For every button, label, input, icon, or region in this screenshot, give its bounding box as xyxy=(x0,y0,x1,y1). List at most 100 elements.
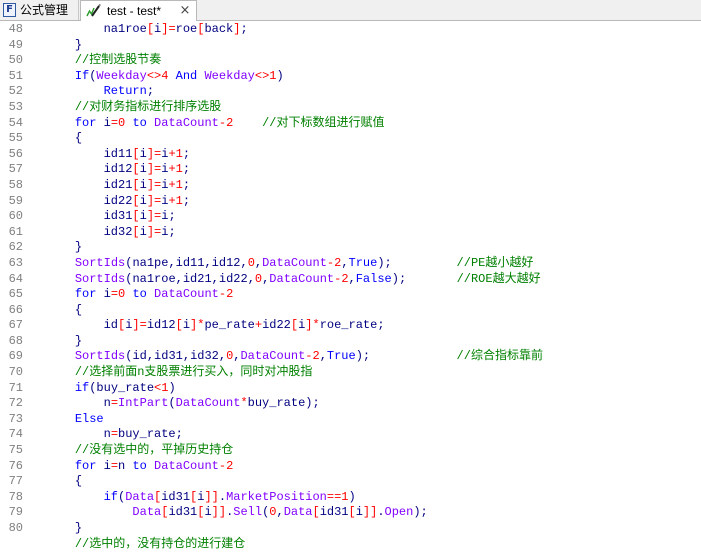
code-line[interactable]: 55 { xyxy=(0,131,701,147)
code-operator: ] xyxy=(211,505,219,520)
code-operator: + xyxy=(168,193,176,208)
code-operator: + xyxy=(168,146,176,161)
code-line[interactable]: 76 for i=n to DataCount-2 xyxy=(0,459,701,475)
code-line[interactable]: 68 } xyxy=(0,334,701,350)
code-text: id[i]=id12[i]*pe_rate+id22[i]*roe_rate; xyxy=(46,318,385,334)
code-text: n=buy_rate; xyxy=(46,427,183,443)
code-function: MarketPosition xyxy=(226,489,327,504)
code-text: for i=0 to DataCount-2 //对下标数组进行赋值 xyxy=(46,115,385,132)
code-line[interactable]: 73 Else xyxy=(0,412,701,428)
code-punctuation: ; xyxy=(240,22,248,36)
code-text: SortIds(id,id31,id32,0,DataCount-2,True)… xyxy=(46,349,543,365)
code-operator: [ xyxy=(312,505,320,520)
code-text: //选择前面n支股票进行买入，同时对冲股指 xyxy=(46,365,313,381)
code-operator: - xyxy=(305,349,313,364)
code-line[interactable]: 80 } xyxy=(0,521,701,537)
code-line[interactable]: 69 SortIds(id,id31,id32,0,DataCount-2,Tr… xyxy=(0,349,701,365)
line-number: 63 xyxy=(8,255,23,270)
code-line[interactable]: 59 id22[i]=i+1; xyxy=(0,194,701,210)
code-line[interactable]: 71 if(buy_rate<1) xyxy=(0,381,701,397)
code-punctuation: , xyxy=(218,349,227,364)
code-identifier: buy_rate xyxy=(247,396,306,411)
code-operator: [ xyxy=(132,193,140,208)
formula-manager-icon: F xyxy=(3,3,16,17)
code-keyword: True xyxy=(326,349,356,364)
code-operator: = xyxy=(110,427,119,442)
code-keyword: for xyxy=(74,115,97,130)
code-line[interactable]: 61 id32[i]=i; xyxy=(0,225,701,241)
line-number: 80 xyxy=(8,521,23,535)
code-line[interactable]: 70 //选择前面n支股票进行买入，同时对冲股指 xyxy=(0,365,701,381)
code-identifier: id31 xyxy=(103,209,133,224)
code-number: 0 xyxy=(247,255,255,270)
line-number: 51 xyxy=(8,68,23,83)
code-editor[interactable]: 48 na1roe[i]=roe[back]; 49 } 50 //控制选股节奏 51… xyxy=(0,21,701,552)
code-identifier: id21 xyxy=(182,271,212,286)
code-line[interactable]: 64 SortIds(na1roe,id21,id22,0,DataCount-… xyxy=(0,272,701,288)
code-line[interactable]: 48 na1roe[i]=roe[back]; xyxy=(0,22,701,38)
tab-test-editor[interactable]: test - test* × xyxy=(80,0,197,21)
code-keyword: Else xyxy=(74,411,104,426)
code-operator: = xyxy=(110,115,119,130)
code-line[interactable]: 51 If(Weekday<>4 And Weekday<>1) xyxy=(0,69,701,85)
code-line[interactable]: 60 id31[i]=i; xyxy=(0,209,701,225)
code-line[interactable]: 77 { xyxy=(0,474,701,490)
code-line[interactable]: 56 id11[i]=i+1; xyxy=(0,147,701,163)
code-operator: ] xyxy=(146,224,155,239)
tab-bar: F 公式管理 test - test* × xyxy=(0,0,701,21)
code-line[interactable]: 72 n=IntPart(DataCount*buy_rate); xyxy=(0,396,701,412)
code-line[interactable]: 78 if(Data[id31[i]].MarketPosition==1) xyxy=(0,490,701,506)
code-punctuation: , xyxy=(341,255,349,270)
code-line[interactable]: 50 //控制选股节奏 xyxy=(0,53,701,69)
code-line[interactable]: 52 Return; xyxy=(0,84,701,100)
code-function: Data xyxy=(283,505,313,520)
code-function: DataCount xyxy=(269,271,335,286)
code-line[interactable]: 54 for i=0 to DataCount-2 //对下标数组进行赋值 xyxy=(0,116,701,132)
code-line[interactable]: 53 //对财务指标进行排序选股 xyxy=(0,100,701,116)
code-line[interactable]: 65 for i=0 to DataCount-2 xyxy=(0,287,701,303)
code-text: id12[i]=i+1; xyxy=(46,162,190,178)
code-text: //没有选中的，平掉历史持仓 xyxy=(46,443,233,459)
code-punctuation: ; xyxy=(182,146,191,161)
line-number: 69 xyxy=(8,349,23,364)
code-line[interactable]: 67 id[i]=id12[i]*pe_rate+id22[i]*roe_rat… xyxy=(0,318,701,334)
code-function: DataCount xyxy=(154,287,219,302)
code-line[interactable]: 63 SortIds(na1pe,id11,id12,0,DataCount-2… xyxy=(0,256,701,272)
code-punctuation: ; xyxy=(168,224,176,239)
code-punctuation: ; xyxy=(312,396,320,411)
code-function: Weekday xyxy=(96,68,147,83)
code-line[interactable]: 57 id12[i]=i+1; xyxy=(0,162,701,178)
line-number: 70 xyxy=(8,365,23,380)
code-line[interactable]: 74 n=buy_rate; xyxy=(0,427,701,443)
code-text: na1roe[i]=roe[back]; xyxy=(46,22,248,38)
code-text: //选中的，没有持仓的进行建仓 xyxy=(46,537,245,552)
code-identifier: i xyxy=(139,209,147,224)
code-keyword: if xyxy=(74,380,90,395)
code-operator: ] xyxy=(146,209,155,224)
code-punctuation: } xyxy=(74,240,83,255)
code-text: if(buy_rate<1) xyxy=(46,381,176,397)
code-line[interactable]: 66 { xyxy=(0,303,701,319)
code-punctuation: ; xyxy=(146,84,155,99)
code-operator: ] xyxy=(146,177,155,192)
code-identifier: id12 xyxy=(146,318,176,333)
code-operator: <> xyxy=(146,68,162,83)
code-line[interactable]: 75 //没有选中的，平掉历史持仓 xyxy=(0,443,701,459)
code-line[interactable]: 62 } xyxy=(0,240,701,256)
code-comment: //对财务指标进行排序选股 xyxy=(74,99,222,114)
code-line[interactable]: //选中的，没有持仓的进行建仓 xyxy=(0,537,701,552)
tab-formula-manager[interactable]: F 公式管理 xyxy=(0,0,79,20)
code-line[interactable]: 79 Data[id31[i]].Sell(0,Data[id31[i]].Op… xyxy=(0,505,701,521)
code-line[interactable]: 58 id21[i]=i+1; xyxy=(0,178,701,194)
code-line[interactable]: 49 } xyxy=(0,38,701,54)
close-tab-button[interactable]: × xyxy=(179,1,191,20)
